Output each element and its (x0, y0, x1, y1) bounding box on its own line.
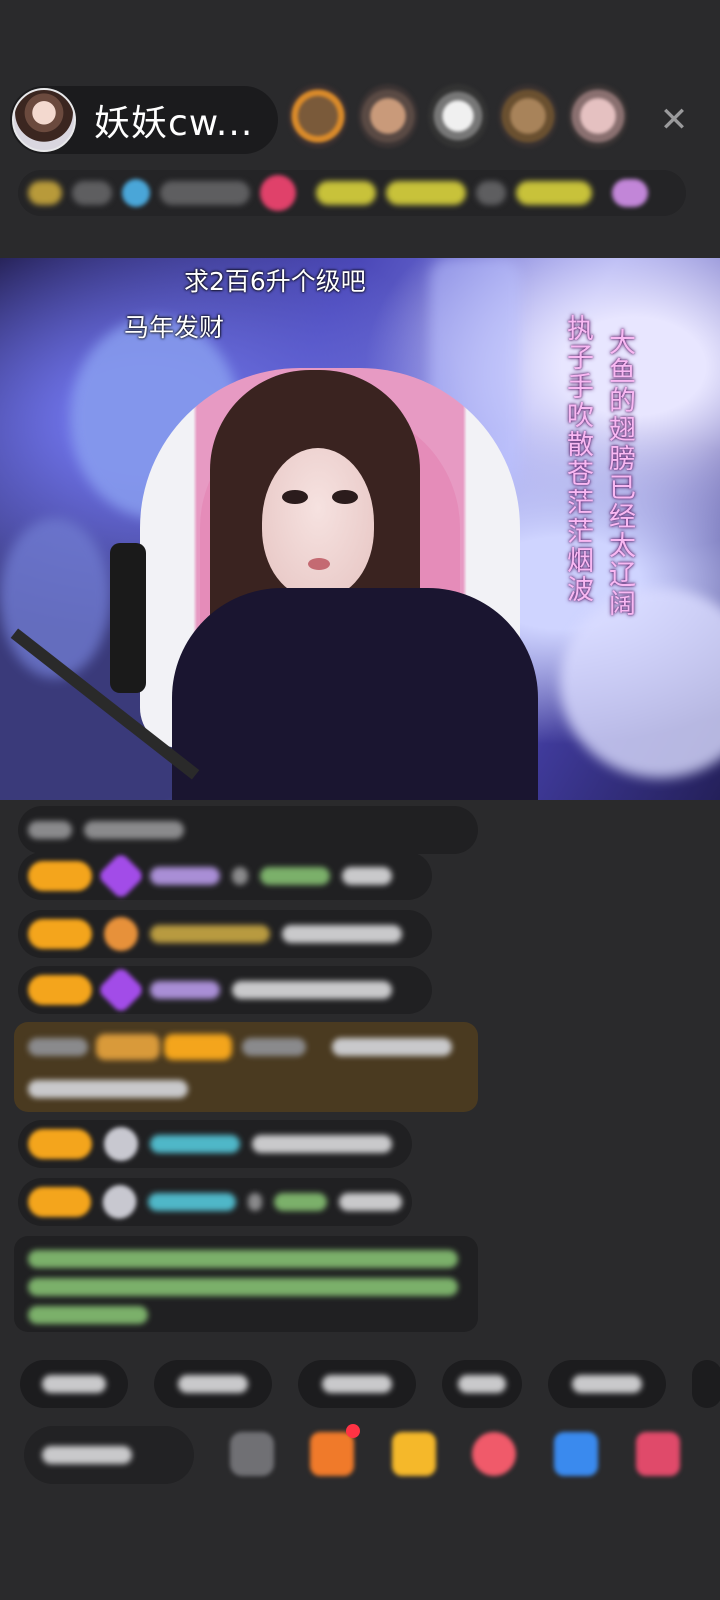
live-video[interactable]: 求2百6升个级吧 马年发财 大鱼的翅膀已经太辽阔 执子手吹散苍茫茫烟波 (0, 258, 720, 800)
chat-text (28, 1278, 458, 1296)
quick-reply-chip[interactable] (548, 1360, 666, 1408)
lyric-line: 执子手吹散苍茫茫烟波 (562, 314, 593, 604)
info-text (160, 181, 250, 205)
viewer-avatar[interactable] (498, 84, 558, 148)
chat-username[interactable] (150, 1135, 240, 1153)
host-name: 妖妖cw... (94, 103, 254, 144)
chat-text (28, 1080, 188, 1098)
chat-message[interactable] (18, 1178, 412, 1226)
chat-text (248, 1193, 263, 1211)
quick-reply-row (20, 1360, 720, 1408)
chat-username[interactable] (150, 981, 220, 999)
gem-icon (96, 851, 146, 901)
chat-text (28, 1038, 88, 1056)
quick-reply-chip[interactable] (442, 1360, 522, 1408)
level-badge (164, 1034, 232, 1060)
chat-text (332, 1038, 452, 1056)
quick-reply-chip[interactable] (692, 1360, 720, 1408)
notification-dot (346, 1424, 360, 1438)
lyric-line: 大鱼的翅膀已经太辽阔 (604, 328, 635, 618)
chat-text (252, 1135, 392, 1153)
tag-chip[interactable] (516, 181, 592, 205)
host-profile-pill[interactable]: 妖妖cw... (10, 86, 278, 154)
share-icon[interactable] (554, 1432, 598, 1476)
streamer-body (172, 588, 538, 800)
chat-text (232, 867, 248, 885)
tag-chip[interactable] (476, 181, 506, 205)
viewer-avatar[interactable] (288, 84, 348, 148)
chat-message[interactable] (18, 965, 432, 1015)
heart-icon[interactable] (472, 1432, 516, 1476)
chat-username[interactable] (150, 867, 220, 885)
chat-username[interactable] (150, 925, 270, 943)
top-viewers (288, 84, 628, 148)
quick-reply-chip[interactable] (298, 1360, 416, 1408)
chat-text (28, 821, 72, 839)
gem-icon (95, 1178, 144, 1226)
bottom-toolbar (0, 1422, 720, 1492)
chat-text (274, 1193, 328, 1211)
tag-chip[interactable] (386, 181, 466, 205)
gem-icon (96, 1119, 146, 1169)
chat-text (339, 1193, 402, 1211)
chat-text (28, 1250, 458, 1268)
gem-icon (96, 965, 146, 1015)
chat-message[interactable] (18, 806, 478, 854)
chat-text (232, 981, 392, 999)
input-placeholder (42, 1446, 132, 1464)
gem-icon (96, 909, 146, 959)
viewer-avatar[interactable] (428, 84, 488, 148)
chip-label (41, 1375, 107, 1393)
level-badge (28, 919, 92, 949)
chip-label (458, 1375, 506, 1393)
chip-label (571, 1375, 643, 1393)
emoji-icon[interactable] (230, 1432, 274, 1476)
activity-icon[interactable] (612, 179, 648, 207)
microphone (110, 543, 146, 693)
streamer-lips (308, 558, 330, 570)
video-decor (0, 518, 110, 678)
level-badge (28, 975, 92, 1005)
level-badge (28, 861, 92, 891)
info-text (72, 181, 112, 205)
gift-icon[interactable] (392, 1432, 436, 1476)
quick-reply-chip[interactable] (20, 1360, 128, 1408)
streamer-eye (332, 490, 358, 504)
level-badge (28, 1187, 91, 1217)
rank-badge[interactable] (28, 181, 62, 205)
level-badge (96, 1034, 160, 1060)
fan-club-icon[interactable] (122, 179, 150, 207)
chat-message[interactable] (18, 851, 432, 901)
stream-info-bar (18, 170, 686, 216)
chat-text (84, 821, 184, 839)
video-comment: 求2百6升个级吧 (184, 267, 366, 296)
follow-icon[interactable] (260, 175, 296, 211)
chat-username[interactable] (148, 1193, 237, 1211)
level-badge (28, 1129, 92, 1159)
tag-chip[interactable] (316, 181, 376, 205)
chat-message[interactable] (18, 909, 432, 959)
streamer-eye (282, 490, 308, 504)
gift-box-icon[interactable] (310, 1432, 354, 1476)
viewer-avatar[interactable] (568, 84, 628, 148)
chip-label (177, 1375, 249, 1393)
host-avatar[interactable] (12, 88, 76, 152)
chat-text (242, 1038, 306, 1056)
close-icon[interactable]: ✕ (656, 102, 692, 138)
streamer-face (262, 448, 374, 598)
chip-label (321, 1375, 393, 1393)
system-message[interactable] (14, 1022, 478, 1112)
quick-reply-chip[interactable] (154, 1360, 272, 1408)
chat-text (342, 867, 392, 885)
video-decor (560, 588, 720, 778)
chat-message[interactable] (18, 1119, 412, 1169)
viewer-avatar[interactable] (358, 84, 418, 148)
chat-text (260, 867, 330, 885)
chat-text (28, 1306, 148, 1324)
video-comment: 马年发财 (124, 313, 225, 342)
more-icon[interactable] (636, 1432, 680, 1476)
chat-input[interactable] (24, 1426, 194, 1484)
chat-text (282, 925, 402, 943)
announcement-message[interactable] (14, 1236, 478, 1332)
